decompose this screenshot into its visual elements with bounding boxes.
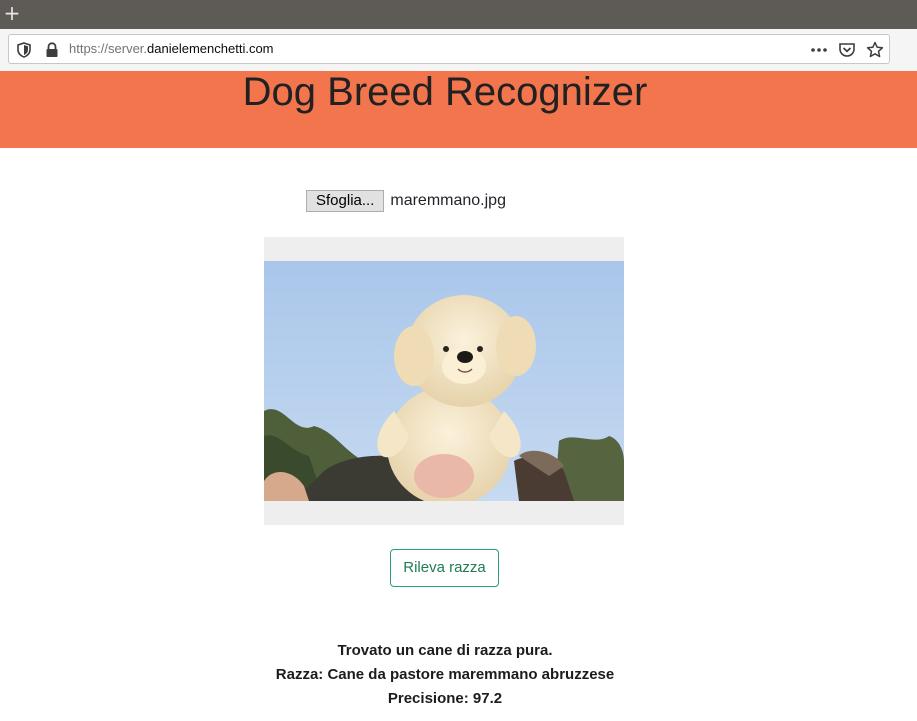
page-title: Dog Breed Recognizer [242,70,648,114]
browse-button[interactable]: Sfoglia... [306,190,385,212]
page-header: Dog Breed Recognizer [0,71,917,148]
shield-icon[interactable] [17,42,31,58]
result-status: Trovato un cane di razza pura. [337,642,553,659]
url-text[interactable]: https://server.danielemenchetti.com [69,35,274,63]
new-tab-button[interactable]: + [3,2,21,24]
url-scheme: https://server. [69,41,148,56]
result-breed: Razza: Cane da pastore maremmano abruzze… [275,666,615,683]
detect-breed-button[interactable]: Rileva razza [390,549,499,587]
more-icon[interactable] [810,41,828,59]
result-precision: Precisione: 97.2 [387,690,503,707]
browser-navbar: https://server.danielemenchetti.com [0,29,917,72]
star-icon[interactable] [866,41,884,59]
file-input[interactable]: Sfoglia... maremmano.jpg [306,190,506,212]
pocket-icon[interactable] [838,41,856,59]
url-domain: danielemenchetti.com [147,41,274,56]
dog-photo [264,261,624,501]
lock-icon[interactable] [45,42,59,58]
image-preview [264,237,624,525]
selected-file-name: maremmano.jpg [390,192,506,209]
browser-tabstrip: + [0,0,917,29]
result-panel: Trovato un cane di razza pura. Razza: Ca… [0,639,890,711]
url-bar[interactable]: https://server.danielemenchetti.com [8,34,890,64]
